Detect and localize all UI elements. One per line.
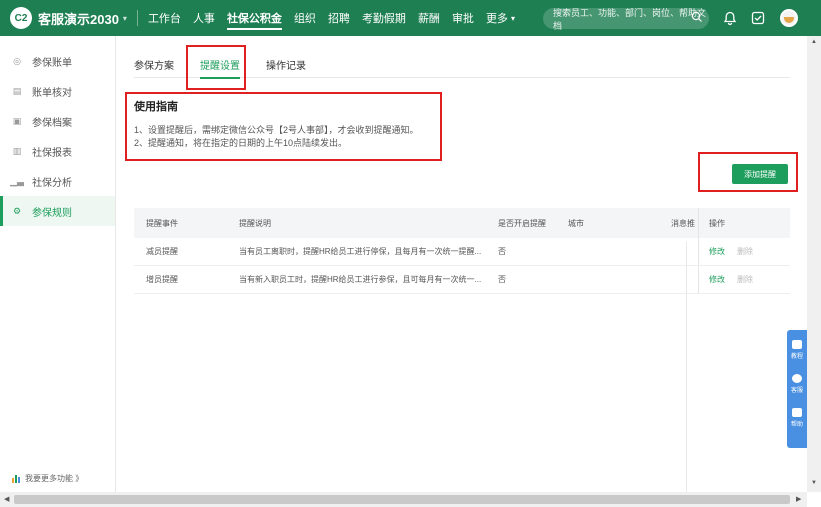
nav-social-security[interactable]: 社保公积金: [226, 0, 282, 36]
sidebar-item-label: 参保规则: [32, 207, 72, 219]
search-placeholder: 搜索员工、功能、部门、岗位、帮助文档: [553, 7, 707, 31]
scroll-left-icon[interactable]: ◀: [4, 495, 9, 503]
bill-icon: ◎: [13, 55, 21, 66]
tutorial-icon: [791, 340, 802, 349]
sidebar-item-billing[interactable]: ◎ 参保账单: [0, 46, 115, 76]
scrollbar-thumb[interactable]: [14, 495, 790, 504]
search-icon: [691, 11, 702, 22]
sidebar-item-label: 参保档案: [32, 117, 72, 129]
company-name: 客服演示2030: [38, 11, 119, 27]
sidebar-item-label: 账单核对: [32, 87, 72, 99]
doc-icon: [791, 408, 802, 417]
nav-approval[interactable]: 审批: [452, 0, 474, 36]
nav-organization[interactable]: 组织: [294, 0, 316, 36]
sidebar: ◎ 参保账单 ▤ 账单核对 ▣ 参保档案 ▥ 社保报表 ▁▃ 社保分析 ⚙ 参保…: [0, 36, 116, 492]
sidebar-item-label: 参保账单: [32, 57, 72, 69]
tab-operation-log[interactable]: 操作记录: [266, 50, 306, 78]
tutorial-button[interactable]: 教程: [791, 340, 803, 360]
archive-icon: ▣: [12, 115, 22, 126]
app-logo: C2: [10, 7, 32, 29]
scroll-down-icon[interactable]: ▼: [811, 480, 817, 486]
highlight-box-add: [698, 152, 798, 192]
help-label: 帮助: [790, 422, 803, 428]
chat-icon: [791, 374, 802, 383]
col-header-city: 城市: [568, 218, 584, 228]
vertical-scrollbar[interactable]: ▲ ▼: [807, 36, 821, 492]
customer-service-button[interactable]: 客服: [791, 374, 803, 394]
col-header-event: 提醒事件: [146, 218, 178, 228]
cell-actions: 修改 删除: [698, 238, 790, 265]
tutorial-label: 教程: [790, 354, 803, 360]
nav-recruitment[interactable]: 招聘: [328, 0, 350, 36]
horizontal-scrollbar[interactable]: ◀ ▶: [0, 492, 807, 507]
nav-payroll[interactable]: 薪酬: [418, 0, 440, 36]
divider: [136, 10, 138, 26]
table-row: 减员提醒 当有员工离职时，提醒HR给员工进行停保，且每月有一次统一提醒... 否…: [134, 238, 790, 266]
nav-more-label: 更多: [485, 13, 508, 25]
company-switcher[interactable]: 客服演示2030 ▾: [38, 9, 127, 28]
sidebar-item-analysis[interactable]: ▁▃ 社保分析: [0, 166, 115, 196]
nav-more[interactable]: 更多 ▾: [486, 0, 515, 36]
bar-chart-icon: [12, 474, 21, 483]
edit-link[interactable]: 修改: [709, 246, 725, 257]
cell-enabled: 否: [498, 275, 506, 284]
top-bar: C2 客服演示2030 ▾ 工作台 人事 社保公积金 组织 招聘 考勤假期 薪酬…: [0, 0, 821, 36]
highlight-box-guide: [125, 92, 442, 161]
table-row: 增员提醒 当有新入职员工时，提醒HR给员工进行参保，且可每月有一次统一... 否…: [134, 266, 790, 294]
cell-enabled: 否: [498, 247, 506, 256]
avatar[interactable]: [780, 9, 798, 27]
sidebar-item-report[interactable]: ▥ 社保报表: [0, 136, 115, 166]
col-header-actions: 操作: [698, 208, 790, 238]
delete-link[interactable]: 删除: [737, 274, 753, 285]
check-icon: ▤: [12, 85, 22, 96]
col-header-message: 消息推: [671, 218, 695, 228]
col-header-enabled: 是否开启提醒: [498, 218, 546, 228]
edit-link[interactable]: 修改: [709, 274, 725, 285]
cell-event: 减员提醒: [146, 247, 178, 256]
col-header-desc: 提醒说明: [239, 218, 271, 228]
global-search-input[interactable]: 搜索员工、功能、部门、岗位、帮助文档: [543, 7, 709, 31]
bell-icon[interactable]: [722, 10, 738, 26]
actions-column-divider: [686, 242, 687, 492]
chevron-down-icon: ▾: [510, 13, 515, 23]
nav-personnel[interactable]: 人事: [193, 0, 215, 36]
sidebar-item-label: 社保分析: [32, 177, 72, 189]
nav-attendance[interactable]: 考勤假期: [362, 0, 406, 36]
sidebar-item-archive[interactable]: ▣ 参保档案: [0, 106, 115, 136]
sidebar-item-bill-check[interactable]: ▤ 账单核对: [0, 76, 115, 106]
tab-insurance-plan[interactable]: 参保方案: [134, 50, 174, 78]
highlight-box-tab: [186, 45, 246, 90]
customer-service-label: 客服: [790, 388, 803, 394]
delete-link[interactable]: 删除: [737, 246, 753, 257]
chevron-down-icon: ▾: [122, 13, 127, 23]
top-nav: 工作台 人事 社保公积金 组织 招聘 考勤假期 薪酬 审批 更多 ▾: [148, 0, 527, 36]
sidebar-item-rules[interactable]: ⚙ 参保规则: [0, 196, 115, 226]
sidebar-item-label: 社保报表: [32, 147, 72, 159]
cell-event: 增员提醒: [146, 275, 178, 284]
chart-icon: ▁▃: [10, 175, 24, 186]
scroll-up-icon[interactable]: ▲: [811, 39, 817, 45]
scroll-right-icon[interactable]: ▶: [796, 495, 801, 503]
report-icon: ▥: [12, 145, 22, 156]
more-features-link[interactable]: 我要更多功能 》: [12, 473, 83, 484]
more-features-label: 我要更多功能 》: [25, 474, 84, 483]
cell-actions: 修改 删除: [698, 266, 790, 293]
table-header: 提醒事件 提醒说明 是否开启提醒 城市 消息推 操作: [134, 208, 790, 238]
reminder-table: 提醒事件 提醒说明 是否开启提醒 城市 消息推 操作 减员提醒 当有员工离职时，…: [134, 208, 790, 294]
help-button[interactable]: 帮助: [791, 408, 803, 428]
cell-desc: 当有员工离职时，提醒HR给员工进行停保，且每月有一次统一提醒...: [239, 247, 482, 256]
floating-help-panel: 教程 客服 帮助: [787, 330, 807, 448]
gear-icon: ⚙: [12, 205, 22, 216]
cell-desc: 当有新入职员工时，提醒HR给员工进行参保，且可每月有一次统一...: [239, 275, 482, 284]
nav-workbench[interactable]: 工作台: [148, 0, 181, 36]
todo-icon[interactable]: [750, 10, 766, 26]
